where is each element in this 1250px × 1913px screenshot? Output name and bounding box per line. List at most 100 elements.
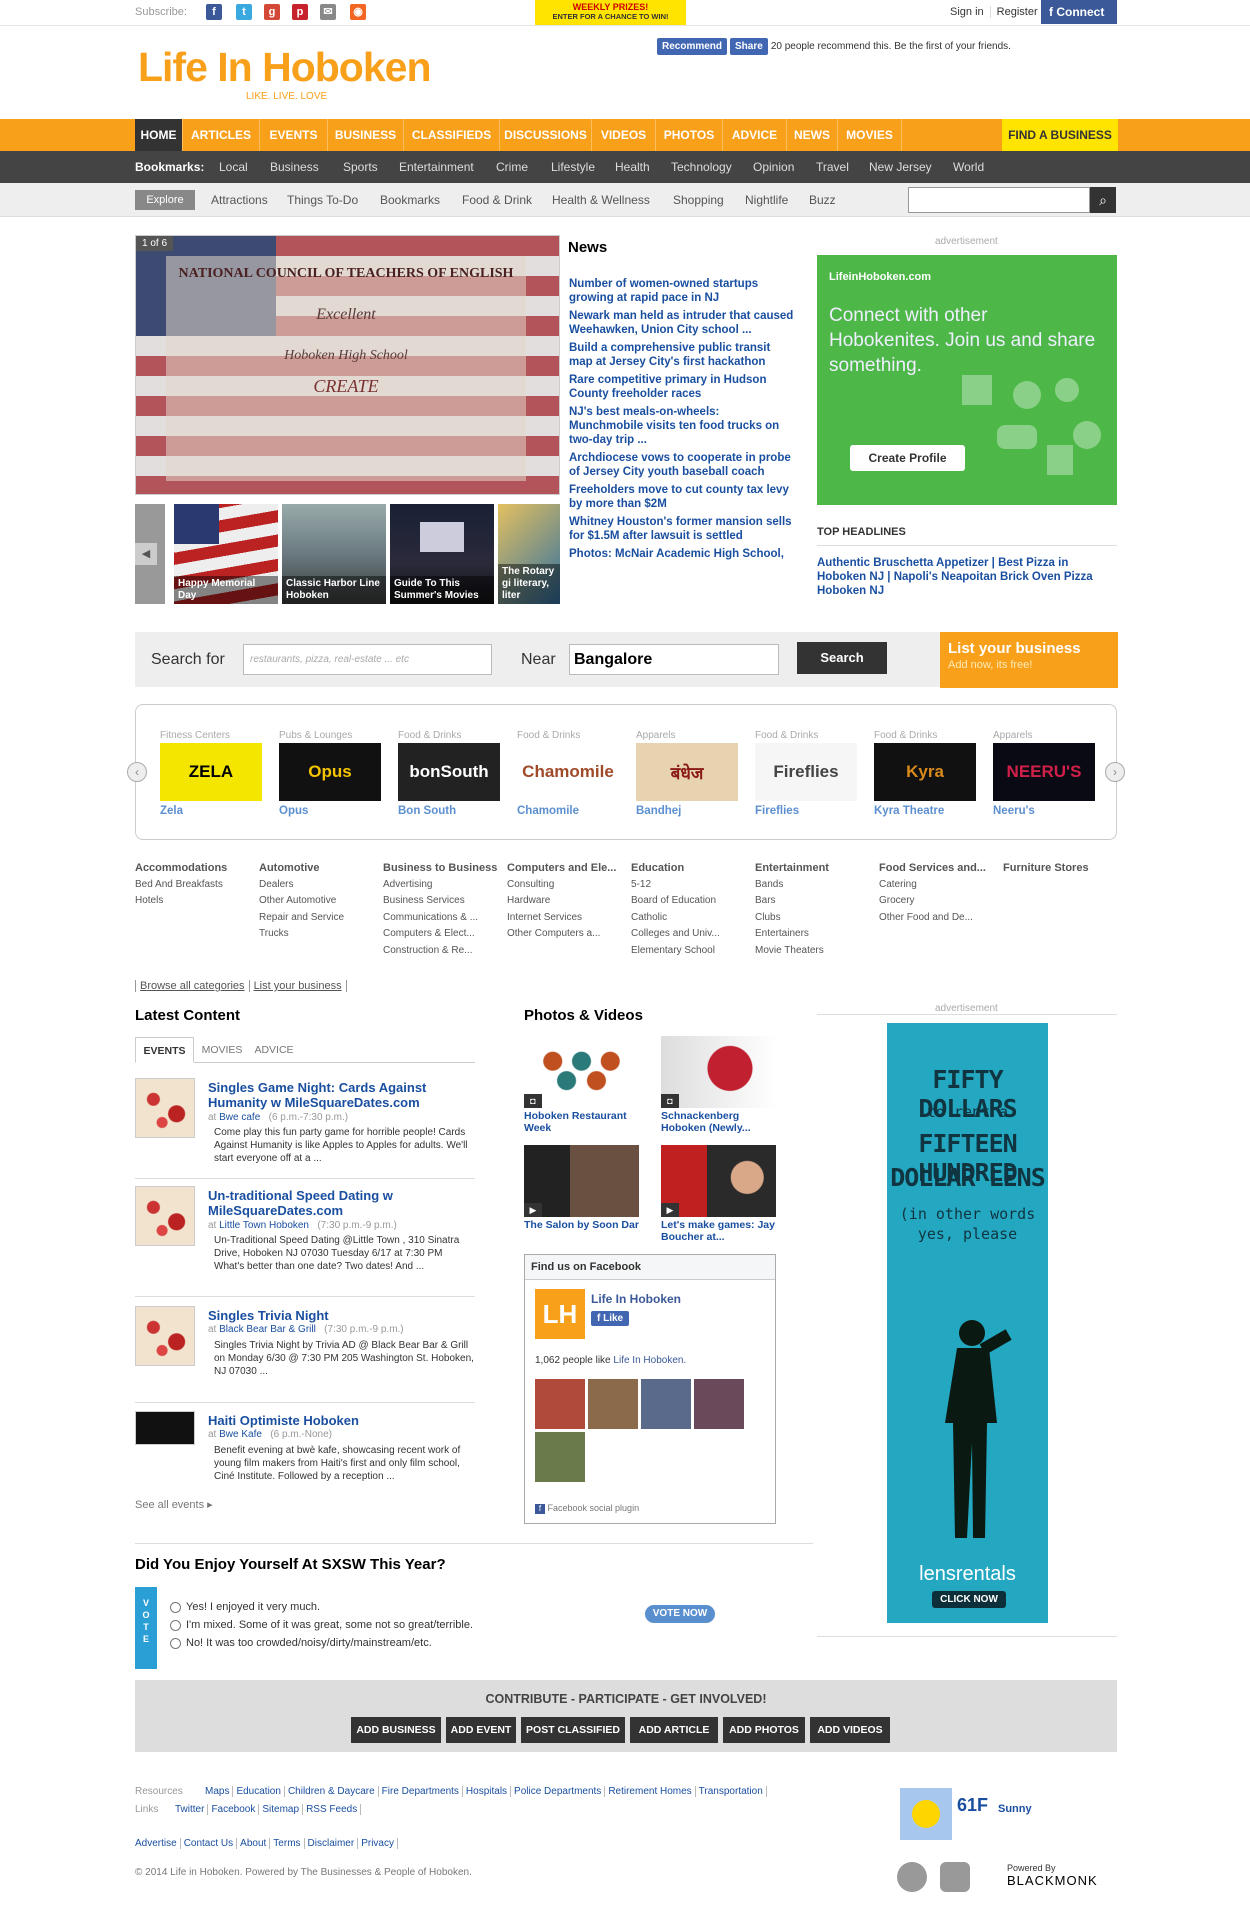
facebook-page-name[interactable]: Life In Hoboken: [591, 1292, 681, 1306]
footer-link[interactable]: Retirement Homes: [605, 1786, 696, 1797]
explore-nightlife[interactable]: Nightlife: [745, 193, 788, 207]
add-event-button[interactable]: ADD EVENT: [446, 1717, 516, 1743]
thumb-rotary[interactable]: The Rotary gi literary, liter: [498, 504, 560, 604]
news-link[interactable]: Number of women-owned startups growing a…: [569, 277, 795, 305]
footer-link[interactable]: Sitemap: [259, 1804, 304, 1815]
category-link[interactable]: Catholic: [631, 910, 746, 927]
photo-caption[interactable]: Schnackenberg Hoboken (Newly...: [661, 1110, 776, 1134]
explore-food-drink[interactable]: Food & Drink: [462, 193, 532, 207]
ad-click-now-button[interactable]: CLICK NOW: [932, 1591, 1006, 1608]
life-in-hoboken-logo-icon[interactable]: LH: [535, 1289, 585, 1339]
category-link[interactable]: Clubs: [755, 910, 870, 927]
video-caption[interactable]: Let's make games: Jay Boucher at...: [661, 1219, 776, 1243]
event-item[interactable]: Singles Trivia Night at Black Bear Bar &…: [135, 1306, 475, 1406]
poll-option[interactable]: Yes! I enjoyed it very much.: [170, 1601, 320, 1613]
nav-discussions[interactable]: DISCUSSIONS: [500, 119, 592, 151]
business-logo[interactable]: Kyra: [874, 743, 976, 801]
category-link[interactable]: Computers & Elect...: [383, 926, 498, 943]
category-link[interactable]: Bands: [755, 877, 870, 894]
news-link[interactable]: Newark man held as intruder that caused …: [569, 309, 795, 337]
business-card[interactable]: Food & Drinks Chamomile Chamomile: [517, 730, 619, 817]
browse-all-link[interactable]: Browse all categories: [135, 980, 249, 992]
thumb-memorial-day[interactable]: Happy Memorial Day: [174, 504, 278, 604]
footer-link[interactable]: Transportation: [695, 1786, 767, 1797]
nav-home[interactable]: HOME: [135, 119, 183, 151]
tab-advice[interactable]: ADVICE: [249, 1037, 299, 1063]
bookmark-sports[interactable]: Sports: [343, 160, 378, 174]
nav-advice[interactable]: ADVICE: [723, 119, 787, 151]
facebook-plugin-label[interactable]: f Facebook social plugin: [535, 1503, 639, 1514]
footer-link[interactable]: Fire Departments: [378, 1786, 463, 1797]
business-logo[interactable]: bonSouth: [398, 743, 500, 801]
footer-link[interactable]: Maps: [202, 1786, 234, 1797]
thumb-harbor-line[interactable]: Classic Harbor Line Hoboken: [282, 504, 386, 604]
footer-link[interactable]: Privacy: [358, 1838, 398, 1849]
explore-button[interactable]: Explore: [135, 190, 195, 210]
powered-by[interactable]: Powered By BLACKMONK: [1007, 1863, 1098, 1888]
carousel-prev-arrow-icon[interactable]: ‹: [127, 762, 147, 782]
news-link[interactable]: Photos: McNair Academic High School,: [569, 547, 795, 561]
footer-link[interactable]: Facebook: [208, 1804, 260, 1815]
business-logo[interactable]: Opus: [279, 743, 381, 801]
news-link[interactable]: NJ's best meals-on-wheels: Munchmobile v…: [569, 405, 795, 447]
add-business-button[interactable]: ADD BUSINESS: [351, 1717, 441, 1743]
video-item[interactable]: ▶ The Salon by Soon Dar: [524, 1145, 639, 1231]
facebook-like-button[interactable]: f Like: [591, 1311, 630, 1326]
event-item[interactable]: Haiti Optimiste Hoboken at Bwe Kafe (6 p…: [135, 1411, 475, 1491]
footer-link[interactable]: Advertise: [132, 1838, 181, 1849]
business-card[interactable]: Food & Drinks Kyra Kyra Theatre: [874, 730, 976, 817]
nav-movies[interactable]: MOVIES: [838, 119, 902, 151]
tab-events[interactable]: EVENTS: [135, 1037, 194, 1063]
footer-link[interactable]: RSS Feeds: [303, 1804, 362, 1815]
business-name[interactable]: Kyra Theatre: [874, 805, 976, 817]
bookmark-opinion[interactable]: Opinion: [753, 160, 794, 174]
thumb-summer-movies[interactable]: Guide To This Summer's Movies: [390, 504, 494, 604]
footer-link[interactable]: Hospitals: [462, 1786, 512, 1797]
carousel-next-arrow-icon[interactable]: ›: [1105, 762, 1125, 782]
category-heading[interactable]: Entertainment: [755, 860, 870, 877]
bookmark-technology[interactable]: Technology: [671, 160, 732, 174]
bookmark-entertainment[interactable]: Entertainment: [399, 160, 474, 174]
news-link[interactable]: Archdiocese vows to cooperate in probe o…: [569, 451, 795, 479]
footer-link[interactable]: Children & Daycare: [284, 1786, 379, 1797]
event-title[interactable]: Singles Trivia Night: [208, 1308, 329, 1323]
news-link[interactable]: Freeholders move to cut county tax levy …: [569, 483, 795, 511]
category-link[interactable]: Bed And Breakfasts: [135, 877, 250, 894]
twitter-icon[interactable]: t: [236, 4, 252, 20]
poll-option[interactable]: No! It was too crowded/noisy/dirty/mains…: [170, 1637, 432, 1649]
business-logo[interactable]: Fireflies: [755, 743, 857, 801]
business-logo[interactable]: ZELA: [160, 743, 262, 801]
google-plus-icon[interactable]: g: [264, 4, 280, 20]
near-input[interactable]: Bangalore: [569, 644, 779, 675]
add-videos-button[interactable]: ADD VIDEOS: [810, 1717, 890, 1743]
business-name[interactable]: Fireflies: [755, 805, 857, 817]
event-venue[interactable]: Little Town Hoboken: [219, 1220, 309, 1231]
footer-link[interactable]: About: [237, 1838, 271, 1849]
business-logo[interactable]: बंधेज: [636, 743, 738, 801]
event-venue[interactable]: Black Bear Bar & Grill: [219, 1324, 316, 1335]
explore-things-to-do[interactable]: Things To-Do: [287, 193, 358, 207]
business-card[interactable]: Food & Drinks Fireflies Fireflies: [755, 730, 857, 817]
lensrentals-ad[interactable]: FIFTY DOLLARS to rent a FIFTEEN HUNDRED …: [887, 1023, 1048, 1623]
business-card[interactable]: Food & Drinks bonSouth Bon South: [398, 730, 500, 817]
tab-movies[interactable]: MOVIES: [197, 1037, 247, 1063]
business-card[interactable]: Apparels बंधेज Bandhej: [636, 730, 738, 817]
register-link[interactable]: Register: [989, 6, 1044, 18]
event-venue[interactable]: Bwe Kafe: [219, 1429, 262, 1440]
site-logo[interactable]: Life In Hoboken: [138, 44, 431, 91]
share-button[interactable]: Share: [730, 38, 768, 55]
event-title[interactable]: Un-traditional Speed Dating w MileSquare…: [208, 1188, 475, 1218]
sign-in-link[interactable]: Sign in: [944, 6, 990, 18]
event-item[interactable]: Singles Game Night: Cards Against Humani…: [135, 1078, 475, 1179]
nav-photos[interactable]: PHOTOS: [656, 119, 723, 151]
business-name[interactable]: Neeru's: [993, 805, 1095, 817]
event-title[interactable]: Singles Game Night: Cards Against Humani…: [208, 1080, 475, 1110]
news-link[interactable]: Whitney Houston's former mansion sells f…: [569, 515, 795, 543]
event-title[interactable]: Haiti Optimiste Hoboken: [208, 1413, 359, 1428]
bookmark-travel[interactable]: Travel: [816, 160, 849, 174]
category-heading[interactable]: Education: [631, 860, 746, 877]
mobile-phone-icon[interactable]: [940, 1862, 970, 1892]
footer-link[interactable]: Twitter: [172, 1804, 209, 1815]
nav-business[interactable]: BUSINESS: [328, 119, 404, 151]
bookmark-local[interactable]: Local: [219, 160, 248, 174]
